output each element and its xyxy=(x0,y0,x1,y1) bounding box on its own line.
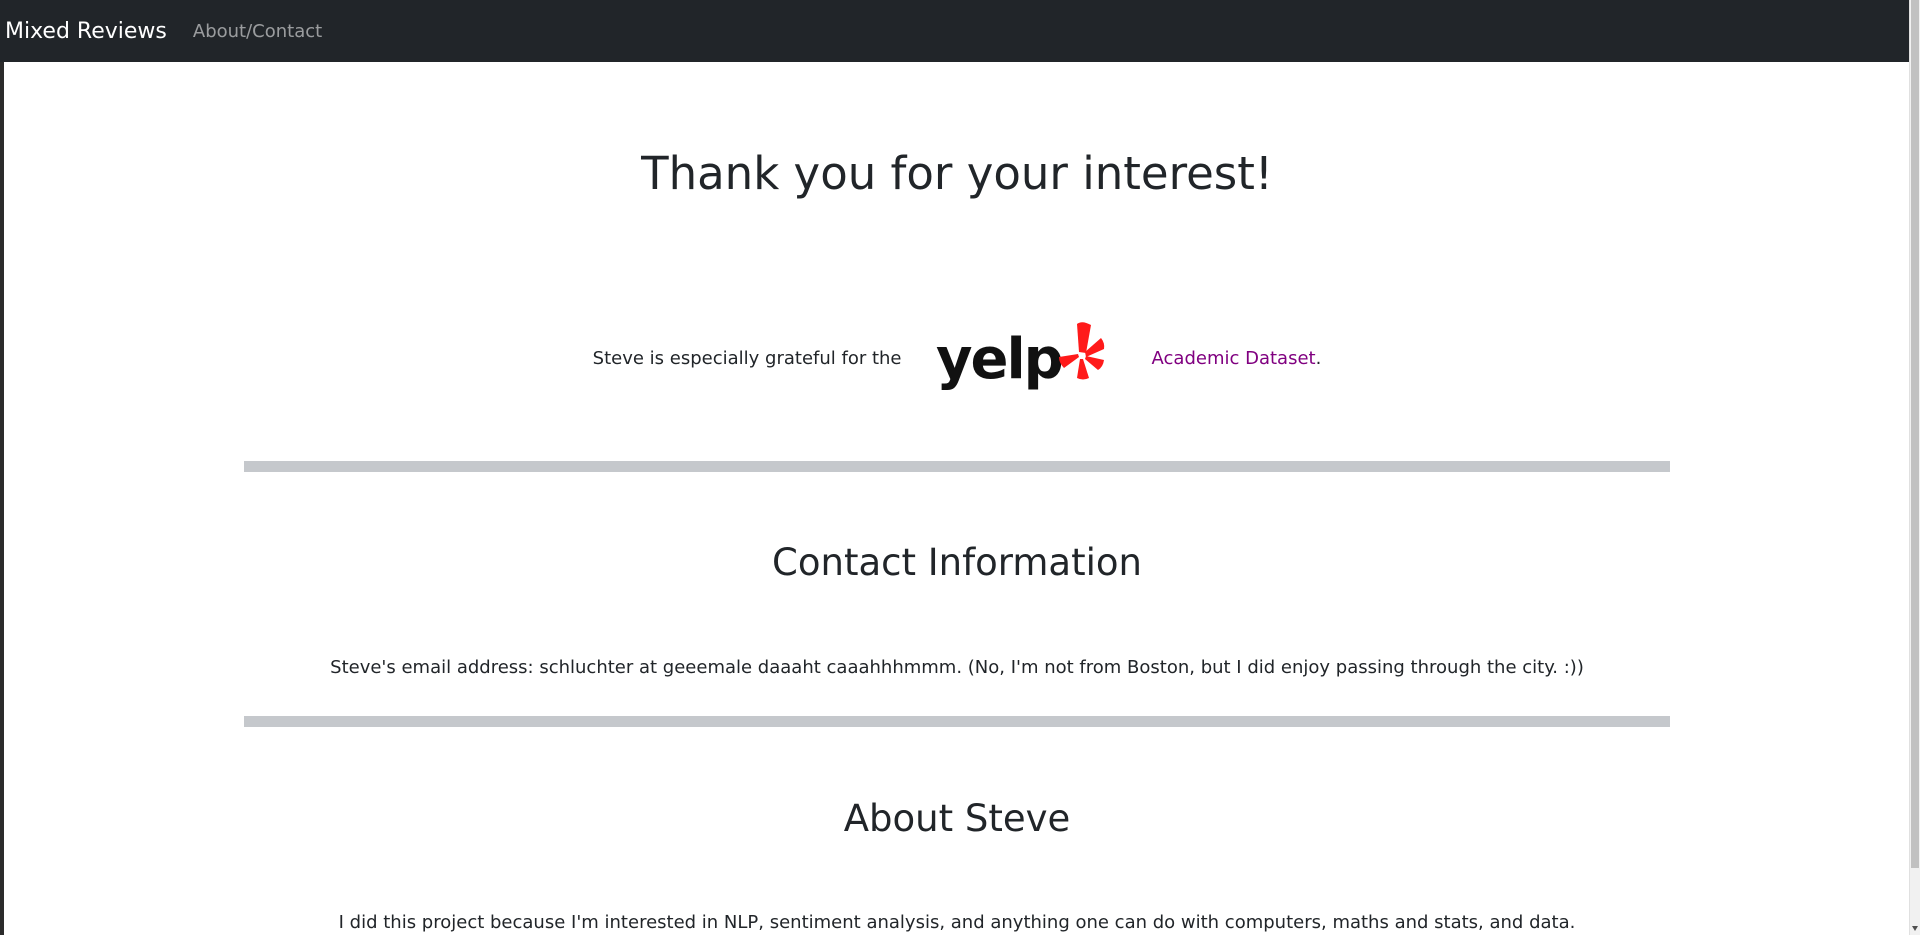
about-text: I did this project because I'm intereste… xyxy=(338,912,1576,933)
about-heading: About Steve xyxy=(843,797,1071,840)
divider xyxy=(244,461,1670,472)
nav-link-about-contact[interactable]: About/Contact xyxy=(193,21,322,42)
yelp-logo-icon[interactable]: yelp xyxy=(936,322,1116,394)
scroll-down-arrow-icon[interactable] xyxy=(1912,926,1918,931)
yelp-burst-icon xyxy=(1058,322,1104,380)
contact-email-text: Steve's email address: schluchter at gee… xyxy=(330,657,1584,678)
contact-heading: Contact Information xyxy=(772,541,1142,584)
yelp-wordmark: yelp xyxy=(936,327,1062,392)
page-title: Thank you for your interest! xyxy=(641,147,1273,200)
scrollbar-thumb[interactable] xyxy=(1911,0,1919,868)
divider xyxy=(244,716,1670,727)
acknowledgement-row: Steve is especially grateful for the yel… xyxy=(4,322,1910,394)
acknowledgement-text: Steve is especially grateful for the xyxy=(592,347,902,369)
top-navbar: Mixed Reviews About/Contact xyxy=(0,0,1910,62)
academic-dataset-link[interactable]: Academic Dataset xyxy=(1152,348,1316,369)
acknowledgement-suffix: . xyxy=(1315,347,1322,369)
window-edge xyxy=(0,0,4,935)
vertical-scrollbar[interactable] xyxy=(1909,0,1920,935)
brand-link[interactable]: Mixed Reviews xyxy=(5,19,167,44)
